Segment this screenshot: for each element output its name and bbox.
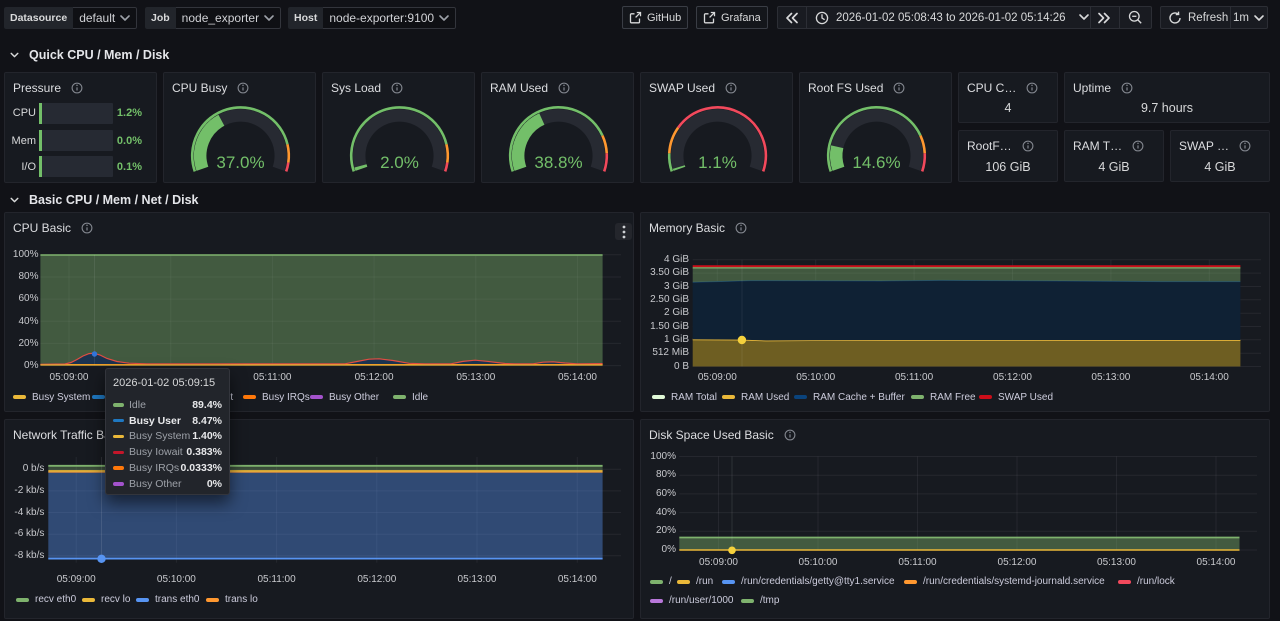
- svg-text:2.0%: 2.0%: [380, 153, 419, 172]
- svg-text:14.6%: 14.6%: [852, 153, 900, 172]
- svg-text:38.8%: 38.8%: [534, 153, 582, 172]
- svg-text:1.1%: 1.1%: [698, 153, 737, 172]
- svg-text:37.0%: 37.0%: [216, 153, 264, 172]
